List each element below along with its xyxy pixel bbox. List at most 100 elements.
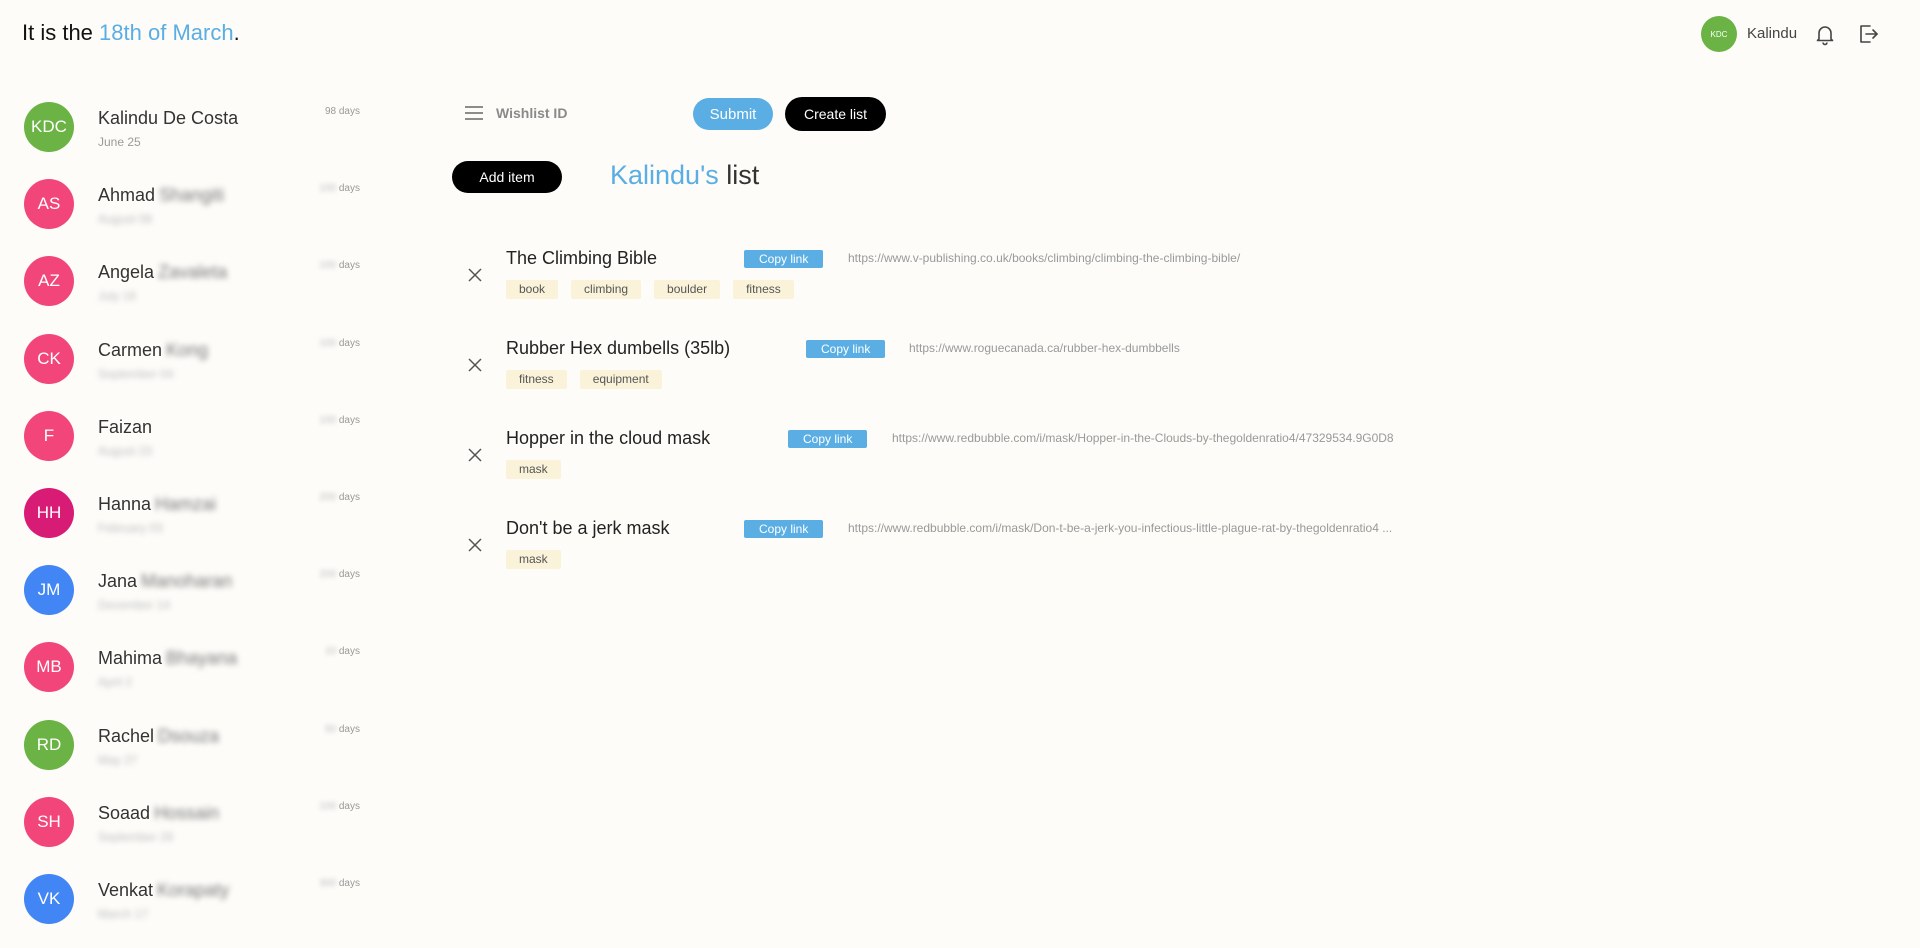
contact-days: 200 days (319, 569, 360, 580)
contact-avatar: RD (24, 719, 74, 770)
contact-days-label: days (338, 260, 360, 272)
contact-name: Ahmad Shangiti (98, 185, 224, 206)
logout-icon[interactable] (1856, 22, 1880, 46)
contact-days: 98 days (325, 106, 360, 117)
contact-name: Faizan (98, 417, 156, 438)
contact-first-name: Carmen (98, 339, 163, 360)
menu-icon[interactable] (464, 104, 484, 122)
contact-birthday: August 08 (98, 212, 153, 227)
contact-days-label: days (338, 337, 360, 349)
tag-chip[interactable]: climbing (571, 280, 642, 299)
contact-item[interactable]: RD Rachel Dsouza May 27 50 days (0, 708, 380, 785)
contact-days: 50 days (325, 724, 360, 735)
wishlist-item: Rubber Hex dumbells (35lb) Copy link https… (452, 338, 1852, 418)
contact-first-name: Jana (98, 571, 138, 592)
contact-avatar: AS (24, 179, 74, 230)
tag-chip[interactable]: mask (506, 460, 561, 479)
contact-days-label: days (338, 723, 360, 735)
contact-days-label: days (338, 878, 360, 889)
contact-item[interactable]: VK Venkat Korapaty March 17 300 days (0, 862, 380, 939)
tag-chip[interactable]: equipment (579, 370, 662, 389)
contact-first-name: Angela (98, 262, 155, 283)
contact-days: 100 days (319, 415, 360, 426)
date-highlight: 18th of March (99, 20, 234, 45)
contact-avatar: VK (24, 874, 74, 924)
contact-days-label: days (338, 183, 360, 195)
contact-birthday: September 26 (98, 829, 174, 844)
item-title: Don't be a jerk mask (506, 518, 670, 538)
copy-link-button[interactable]: Copy link (744, 520, 824, 538)
tag-chip[interactable]: boulder (654, 280, 721, 299)
item-tags: mask (506, 460, 574, 479)
list-title-suffix: list (718, 160, 760, 190)
contact-days: 100 days (319, 260, 360, 271)
contact-item[interactable]: JM Jana Manoharan December 14 200 days (0, 553, 380, 630)
contact-item[interactable]: F Faizan August 23 100 days (0, 399, 380, 476)
contact-item[interactable]: AZ Angela Zavaleta July 16 100 days (0, 244, 380, 321)
contact-days-count: 10 (324, 646, 337, 658)
tag-chip[interactable]: fitness (733, 280, 794, 299)
bell-icon[interactable] (1813, 22, 1837, 46)
create-list-button[interactable]: Create list (785, 97, 886, 131)
copy-link-button[interactable]: Copy link (806, 340, 886, 358)
contact-last-name: Kong (166, 339, 209, 360)
contact-first-name: Rachel (98, 725, 155, 746)
user-name[interactable]: Kalindu (1747, 25, 1797, 42)
contact-birthday: June 25 (98, 135, 141, 149)
contact-avatar: HH (24, 488, 74, 538)
contact-first-name: Venkat (98, 880, 154, 900)
contact-birthday: March 17 (98, 907, 149, 921)
wishlist-item: The Climbing Bible Copy link https://www.v… (452, 248, 1852, 328)
contact-days-label: days (338, 800, 360, 812)
wishlist-item: Hopper in the cloud mask Copy link https:/… (452, 428, 1852, 508)
item-url[interactable]: https://www.roguecanada.ca/rubber-hex-du… (909, 341, 1180, 355)
contact-item[interactable]: KDC Kalindu De Costa June 25 98 days (0, 90, 380, 167)
close-icon[interactable] (468, 538, 482, 552)
copy-link-button[interactable]: Copy link (744, 250, 824, 268)
contact-first-name: Soaad (98, 802, 151, 823)
item-url[interactable]: https://www.v-publishing.co.uk/books/cli… (848, 251, 1240, 265)
contact-last-name: Bhayana (166, 648, 238, 669)
wishlist-id-input[interactable] (496, 98, 676, 128)
contact-first-name: Kalindu De Costa (98, 108, 239, 128)
tag-chip[interactable]: mask (506, 550, 561, 569)
close-icon[interactable] (468, 358, 482, 372)
contact-item[interactable]: HH Hanna Hamzai February 03 200 days (0, 476, 380, 553)
contact-name: Carmen Kong (98, 340, 208, 361)
contact-item[interactable]: MB Mahima Bhayana April 2 10 days (0, 630, 380, 707)
contact-days-count: 98 (324, 106, 337, 117)
close-icon[interactable] (468, 268, 482, 282)
user-avatar[interactable]: KDC (1701, 16, 1737, 52)
list-owner: Kalindu's (610, 160, 719, 190)
contact-name: Kalindu De Costa (98, 108, 242, 129)
contact-last-name: Hamzai (155, 494, 217, 514)
contact-first-name: Hanna (98, 494, 152, 514)
contact-days-count: 100 (319, 414, 337, 426)
contact-birthday: September 04 (98, 366, 174, 381)
item-title: The Climbing Bible (506, 248, 658, 268)
submit-button[interactable]: Submit (693, 98, 773, 130)
contact-name: Jana Manoharan (98, 571, 232, 592)
tag-chip[interactable]: book (506, 280, 559, 299)
contact-name: Angela Zavaleta (98, 262, 227, 283)
contact-item[interactable]: CK Carmen Kong September 04 100 days (0, 322, 380, 399)
item-tags: book climbing boulder fitness (506, 280, 807, 299)
add-item-button[interactable]: Add item (452, 161, 562, 193)
tag-chip[interactable]: fitness (506, 370, 567, 389)
contact-last-name: Manoharan (141, 571, 233, 592)
item-title: Hopper in the cloud mask (506, 428, 711, 448)
date-prefix: It is the (22, 20, 100, 45)
contact-days: 100 days (319, 183, 360, 194)
close-icon[interactable] (468, 448, 482, 462)
contact-days: 200 days (319, 492, 360, 503)
app-header: It is the 18th of March. KDC Kalindu (0, 0, 1920, 70)
item-url[interactable]: https://www.redbubble.com/i/mask/Hopper-… (892, 431, 1394, 445)
contact-days: 100 days (319, 338, 360, 349)
item-url[interactable]: https://www.redbubble.com/i/mask/Don-t-b… (848, 521, 1392, 535)
contact-days-label: days (338, 106, 360, 117)
contact-item[interactable]: AS Ahmad Shangiti August 08 100 days (0, 167, 380, 244)
contact-item[interactable]: SH Soaad Hossain September 26 100 days (0, 785, 380, 862)
copy-link-button[interactable]: Copy link (788, 430, 868, 448)
contact-days-count: 100 (319, 183, 337, 195)
contact-last-name: Zavaleta (158, 262, 228, 283)
